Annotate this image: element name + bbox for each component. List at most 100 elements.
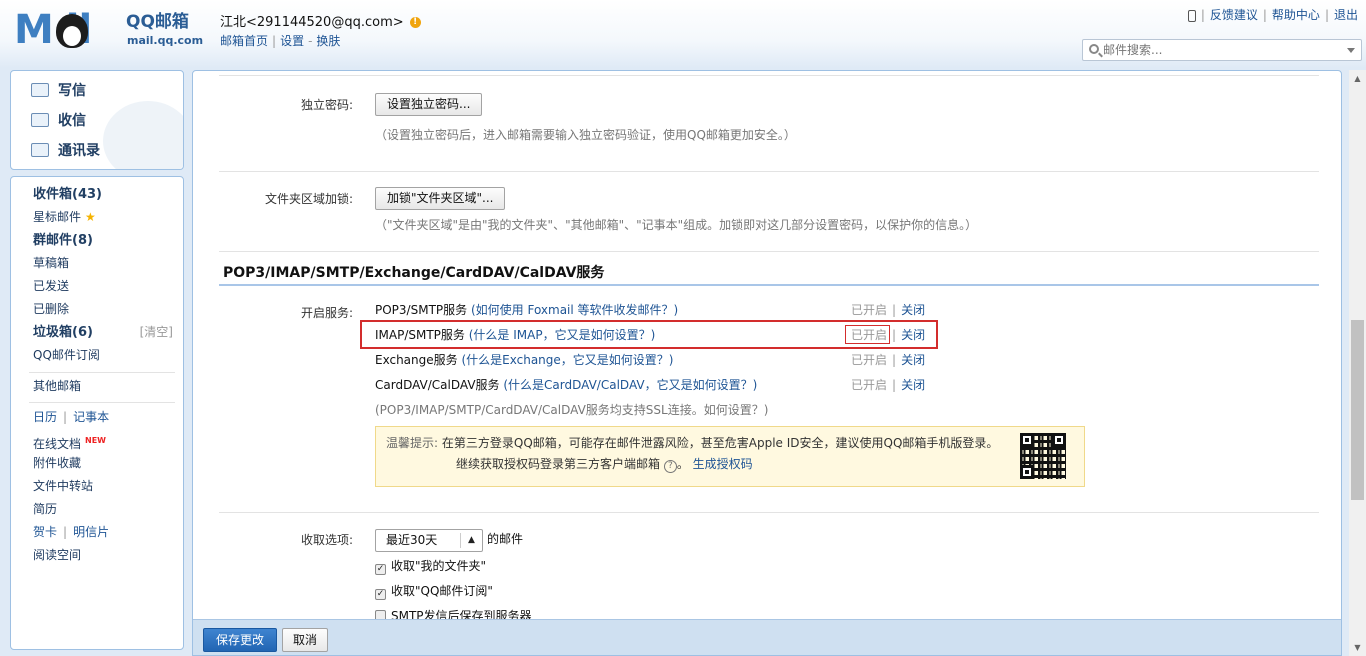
close-service-button[interactable]: 关闭 (901, 353, 925, 367)
fetch-options-label: 收取选项: (300, 533, 353, 547)
separator: | (1200, 8, 1205, 22)
divider (29, 402, 175, 403)
file-transfer-link[interactable]: 文件中转站 (33, 478, 93, 495)
greeting-cards-link[interactable]: 贺卡 (33, 525, 57, 539)
opt-label: 收取"QQ邮件订阅" (391, 584, 493, 598)
warning-icon[interactable]: ! (409, 17, 421, 28)
help-icon[interactable]: ? (663, 460, 677, 473)
reading-space-link[interactable]: 阅读空间 (33, 547, 81, 564)
user-info: 江北<291144520@qq.com>! 邮箱首页 | 设置 - 换肤 (220, 13, 421, 51)
contacts-button[interactable]: 通讯录 (31, 139, 100, 163)
qr-corner (1020, 433, 1034, 447)
service-name: POP3/SMTP服务 (375, 303, 468, 317)
receive-button[interactable]: 收信 (31, 109, 86, 133)
user-name: 江北<291144520@qq.com> (220, 15, 404, 30)
search-icon (1089, 44, 1099, 54)
folder-drafts[interactable]: 草稿箱 (33, 255, 69, 272)
service-status: 已开启 | 关闭 (851, 350, 925, 370)
close-service-button[interactable]: 关闭 (901, 303, 925, 317)
service-help-link[interactable]: (什么是Exchange，它又是如何设置？) (461, 353, 673, 367)
mail-home-link[interactable]: 邮箱首页 (220, 34, 268, 48)
status-enabled: 已开启 (851, 378, 888, 392)
notes-link[interactable]: 记事本 (73, 410, 109, 424)
opt-subscriptions[interactable]: ✓ 收取"QQ邮件订阅" (375, 583, 493, 600)
folder-inbox[interactable]: 收件箱(43) (33, 186, 102, 203)
folder-other-mailboxes[interactable]: 其他邮箱 (33, 378, 81, 395)
folder-starred[interactable]: 星标邮件 ★ (33, 209, 96, 226)
separator: | (63, 525, 68, 539)
folder-group[interactable]: 群邮件(8) (33, 232, 93, 249)
mobile-icon[interactable] (1187, 9, 1196, 22)
scrollbar[interactable]: ▲ ▼ (1349, 70, 1366, 656)
logo-domain: mail.qq.com (127, 34, 204, 47)
generate-auth-code-link[interactable]: 生成授权码 (693, 457, 753, 471)
enable-service-label: 开启服务: (300, 306, 353, 320)
save-button[interactable]: 保存更改 (203, 628, 278, 652)
search-input[interactable] (1103, 41, 1343, 59)
divider (219, 251, 1319, 252)
scroll-thumb[interactable] (1351, 320, 1364, 500)
service-help-link[interactable]: (什么是CardDAV/CalDAV，它又是如何设置？) (503, 378, 757, 392)
divider (219, 512, 1319, 513)
folder-deleted[interactable]: 已删除 (33, 301, 69, 318)
folder-sent[interactable]: 已发送 (33, 278, 69, 295)
set-password-button[interactable]: 设置独立密码... (375, 93, 483, 116)
fetch-range-select[interactable]: 最近30天 ▲ (375, 529, 483, 552)
status-enabled: 已开启 (851, 303, 888, 317)
ssl-hint-link[interactable]: (POP3/IMAP/SMTP/CardDAV/CalDAV服务均支持SSL连接… (375, 401, 768, 419)
service-name: CardDAV/CalDAV服务 (375, 378, 500, 392)
mail-search[interactable] (1082, 39, 1362, 61)
spam-clear-link[interactable]: [清空] (140, 324, 173, 341)
top-links: | 反馈建议 | 帮助中心 | 退出 (1187, 6, 1358, 23)
settings-content: 独立密码: 设置独立密码... （设置独立密码后，进入邮箱需要输入独立密码验证，… (193, 71, 1341, 623)
tip-line-2: 继续获取授权码登录第三方客户端邮箱 (456, 457, 661, 471)
top-header: M il QQ邮箱 mail.qq.com 江北<291144520@qq.co… (0, 0, 1366, 68)
online-docs-link[interactable]: 在线文档 NEW (33, 432, 106, 453)
select-arrows-icon: ▲ (460, 533, 482, 548)
scroll-down-icon[interactable]: ▼ (1349, 639, 1366, 656)
folder-starred-label: 星标邮件 (33, 210, 82, 224)
separator: | (1262, 8, 1267, 22)
qr-corner (1052, 433, 1066, 447)
settings-panel: 独立密码: 设置独立密码... （设置独立密码后，进入邮箱需要输入独立密码验证，… (192, 70, 1342, 656)
cancel-button[interactable]: 取消 (282, 628, 329, 652)
help-link[interactable]: 帮助中心 (1272, 8, 1320, 22)
logout-link[interactable]: 退出 (1334, 8, 1358, 22)
postcards-link[interactable]: 明信片 (73, 525, 109, 539)
scroll-up-icon[interactable]: ▲ (1349, 70, 1366, 87)
service-exchange: Exchange服务 (什么是Exchange，它又是如何设置？) (375, 350, 673, 370)
write-button[interactable]: 写信 (31, 79, 86, 103)
separator: | (272, 34, 277, 48)
lock-hint: （"文件夹区域"是由"我的文件夹"、"其他邮箱"、"记事本"组成。加锁即对这几部… (375, 218, 978, 232)
service-help-link[interactable]: (如何使用 Foxmail 等软件收发邮件？) (471, 303, 678, 317)
tip-line-1: 在第三方登录QQ邮箱，可能存在邮件泄露风险，甚至危害Apple ID安全，建议使… (441, 436, 999, 450)
contact-card-icon (31, 143, 49, 157)
penguin-icon (56, 14, 88, 48)
skin-link[interactable]: 换肤 (316, 34, 340, 48)
close-service-button[interactable]: 关闭 (901, 378, 925, 392)
divider (219, 75, 1319, 76)
calendar-link[interactable]: 日历 (33, 410, 57, 424)
feedback-link[interactable]: 反馈建议 (1210, 8, 1258, 22)
new-badge: NEW (85, 436, 106, 445)
attachments-link[interactable]: 附件收藏 (33, 455, 81, 472)
separator: | (892, 353, 897, 367)
settings-link[interactable]: 设置 (280, 34, 304, 48)
tip-text: 温馨提示: 在第三方登录QQ邮箱，可能存在邮件泄露风险，甚至危害Apple ID… (386, 436, 999, 473)
qq-mail-logo[interactable]: M il QQ邮箱 mail.qq.com (14, 10, 204, 50)
resume-link[interactable]: 简历 (33, 501, 57, 518)
online-docs-label: 在线文档 (33, 437, 82, 451)
service-status: 已开启 | 关闭 (851, 300, 925, 320)
section-underline (219, 284, 1319, 286)
folder-spam[interactable]: 垃圾箱(6) (33, 324, 93, 341)
write-label: 写信 (58, 83, 86, 99)
service-name: Exchange服务 (375, 353, 458, 367)
checkbox-checked[interactable]: ✓ (375, 564, 386, 575)
opt-my-folders[interactable]: ✓ 收取"我的文件夹" (375, 558, 486, 575)
lock-folders-button[interactable]: 加锁"文件夹区域"... (375, 187, 506, 210)
folder-subscribe[interactable]: QQ邮件订阅 (33, 347, 100, 364)
checkbox-checked[interactable]: ✓ (375, 589, 386, 600)
service-status: 已开启 | 关闭 (851, 375, 925, 395)
chevron-down-icon[interactable] (1347, 48, 1355, 57)
qr-corner (1020, 465, 1034, 479)
